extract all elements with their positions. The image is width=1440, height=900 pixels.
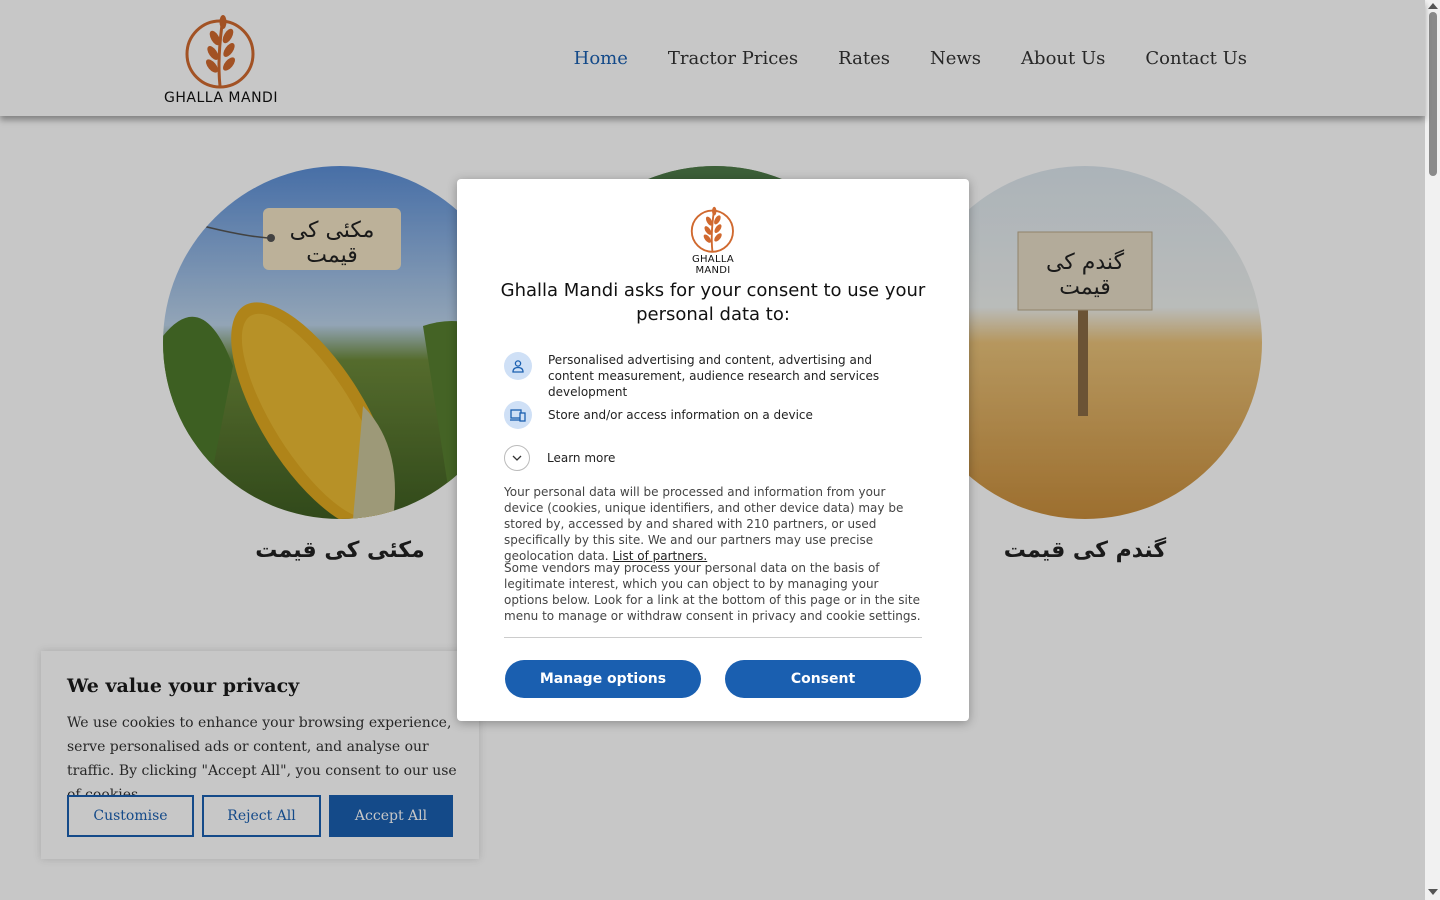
chevron-down-icon[interactable] [504, 445, 530, 471]
consent-button[interactable]: Consent [725, 660, 921, 698]
learn-more-row[interactable]: Learn more [504, 445, 917, 471]
scroll-down-arrow-icon[interactable] [1428, 889, 1438, 895]
purpose-item: Store and/or access information on a dev… [504, 401, 918, 429]
wheat-logo-icon [690, 206, 734, 253]
divider [504, 637, 922, 638]
devices-icon [504, 401, 532, 429]
scroll-up-arrow-icon[interactable] [1428, 3, 1438, 9]
consent-title: Ghalla Mandi asks for your consent to us… [500, 280, 926, 325]
purpose-item: Personalised advertising and content, ad… [504, 352, 918, 400]
purpose-text: Personalised advertising and content, ad… [548, 353, 880, 399]
manage-options-button[interactable]: Manage options [505, 660, 701, 698]
learn-more-label[interactable]: Learn more [547, 450, 917, 466]
consent-paragraph-1: Your personal data will be processed and… [504, 484, 922, 564]
scrollbar-thumb[interactable] [1429, 12, 1437, 176]
modal-logo: GHALLA MANDI [673, 201, 753, 276]
consent-dialog: GHALLA MANDI Ghalla Mandi asks for your … [457, 179, 969, 721]
page-scrollbar[interactable] [1425, 0, 1440, 900]
person-icon [504, 352, 532, 380]
consent-paragraph-2: Some vendors may process your personal d… [504, 561, 921, 623]
modal-logo-text: GHALLA MANDI [691, 254, 735, 276]
purpose-text: Store and/or access information on a dev… [548, 408, 813, 422]
